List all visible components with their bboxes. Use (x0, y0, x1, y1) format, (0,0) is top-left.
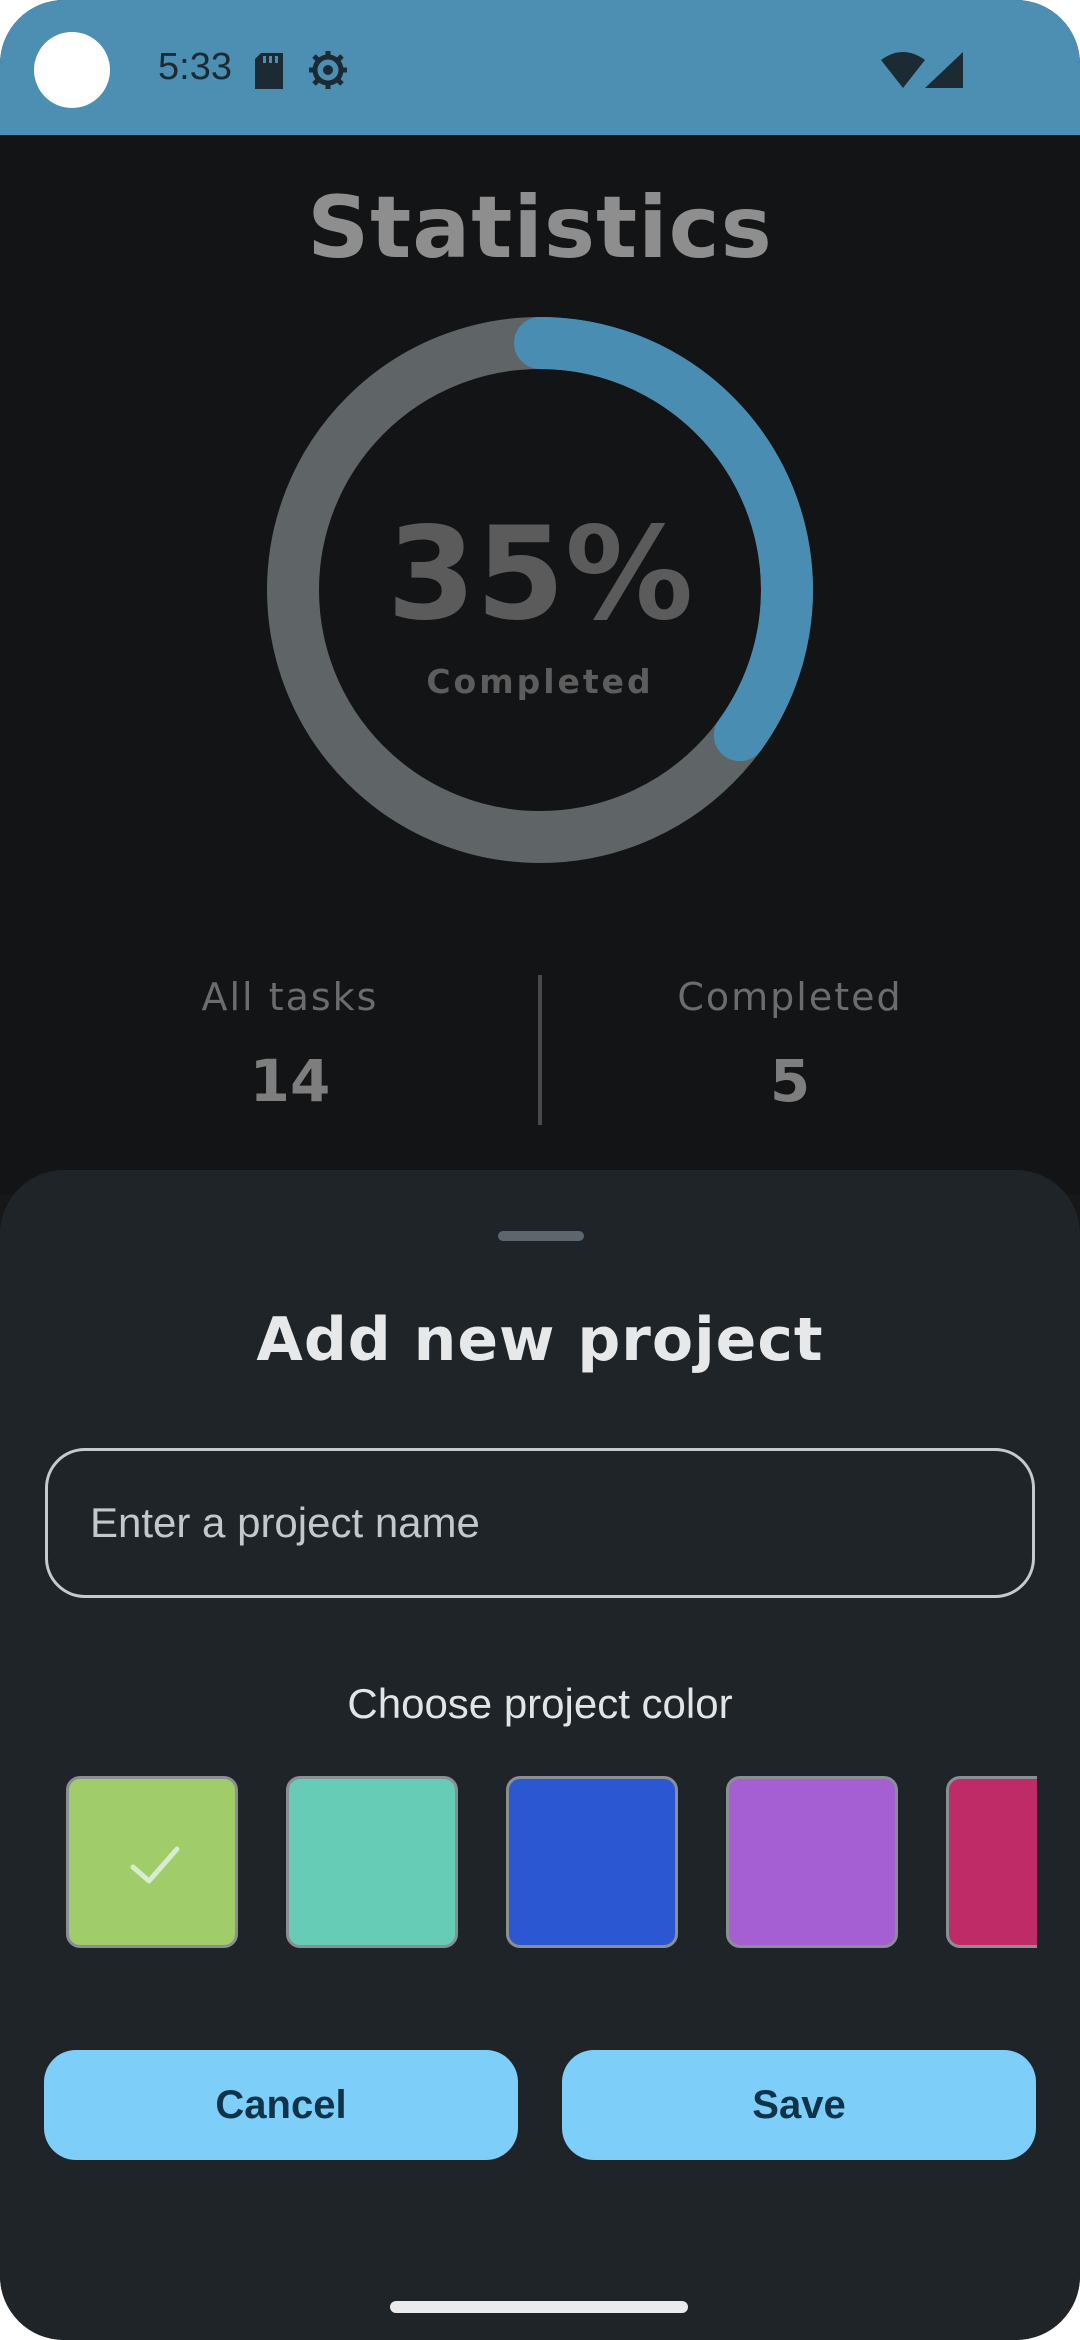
completed-stat: Completed 5 (590, 975, 990, 1115)
camera-cutout (34, 32, 110, 108)
all-tasks-value: 14 (249, 1047, 331, 1115)
color-swatch[interactable] (726, 1776, 898, 1948)
project-name-input[interactable] (45, 1448, 1035, 1598)
color-swatch[interactable] (286, 1776, 458, 1948)
sheet-title: Add new project (256, 1305, 824, 1375)
color-swatch[interactable] (506, 1776, 678, 1948)
status-time: 5:33 (158, 46, 232, 88)
completion-percent: 35% (386, 500, 694, 649)
sheet-drag-handle[interactable] (498, 1231, 584, 1241)
wifi-icon (881, 52, 925, 88)
check-icon (130, 1846, 180, 1884)
cancel-button[interactable]: Cancel (44, 2050, 518, 2160)
phone-screen: 5:33 Statistics 35% Completed All tasks … (0, 0, 1080, 2340)
status-bar: 5:33 (0, 0, 1080, 135)
all-tasks-stat: All tasks 14 (90, 975, 490, 1115)
home-indicator[interactable] (390, 2301, 688, 2313)
sd-card-icon (255, 53, 283, 89)
completed-value: 5 (769, 1047, 811, 1115)
color-swatch[interactable] (946, 1776, 1037, 1948)
color-picker (64, 1774, 1037, 1954)
save-button[interactable]: Save (562, 2050, 1036, 2160)
color-swatch[interactable] (66, 1776, 238, 1948)
completion-caption: Completed (426, 662, 654, 701)
all-tasks-label: All tasks (201, 975, 379, 1019)
completed-label: Completed (677, 975, 903, 1019)
signal-icon (925, 52, 963, 88)
color-picker-label: Choose project color (347, 1680, 733, 1727)
gear-icon (309, 51, 347, 89)
page-title: Statistics (307, 178, 773, 278)
stats-divider (538, 975, 542, 1125)
